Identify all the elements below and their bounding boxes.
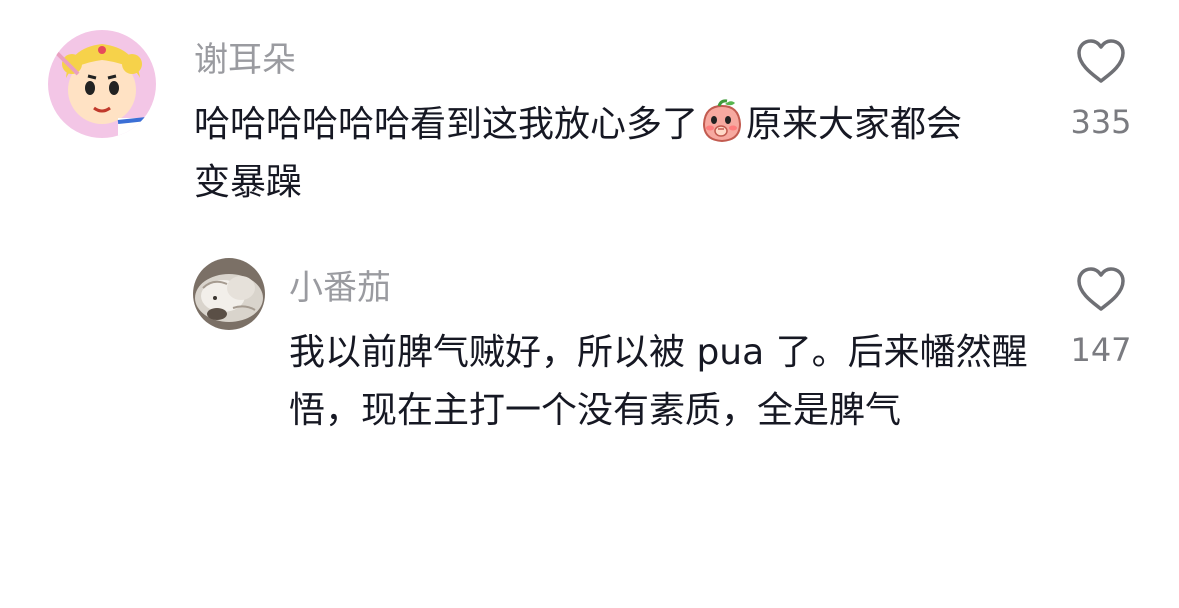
sailor-moon-crayon-shin-avatar-icon [48, 30, 156, 138]
like-button[interactable]: 147 [1056, 266, 1146, 370]
shy-peach-emoji-icon [699, 98, 745, 144]
avatar[interactable] [193, 258, 265, 330]
comment-text: 哈哈哈哈哈哈看到这我放心多了 原来大家都会变暴躁 [194, 96, 994, 212]
comment-text-part: 哈哈哈哈哈哈看到这我放心多了 [194, 104, 699, 145]
like-count: 147 [1070, 331, 1132, 369]
like-count: 335 [1070, 103, 1132, 141]
username[interactable]: 谢耳朵 [194, 40, 296, 80]
heart-outline-icon [1077, 39, 1125, 83]
username[interactable]: 小番茄 [289, 268, 391, 308]
comment-text: 我以前脾气贼好，所以被 pua 了。后来幡然醒悟，现在主打一个没有素质，全是脾气 [289, 332, 1028, 431]
heart-outline-icon [1077, 267, 1125, 311]
fluffy-cat-avatar-icon [193, 258, 265, 330]
avatar[interactable] [48, 30, 156, 138]
reply-item: 小番茄 我以前脾气贼好，所以被 pua 了。后来幡然醒悟，现在主打一个没有素质，… [0, 230, 1179, 530]
comment-item: 谢耳朵 哈哈哈哈哈哈看到这我放心多了 原来大家都会变暴躁 335 [0, 0, 1179, 230]
like-button[interactable]: 335 [1056, 38, 1146, 142]
